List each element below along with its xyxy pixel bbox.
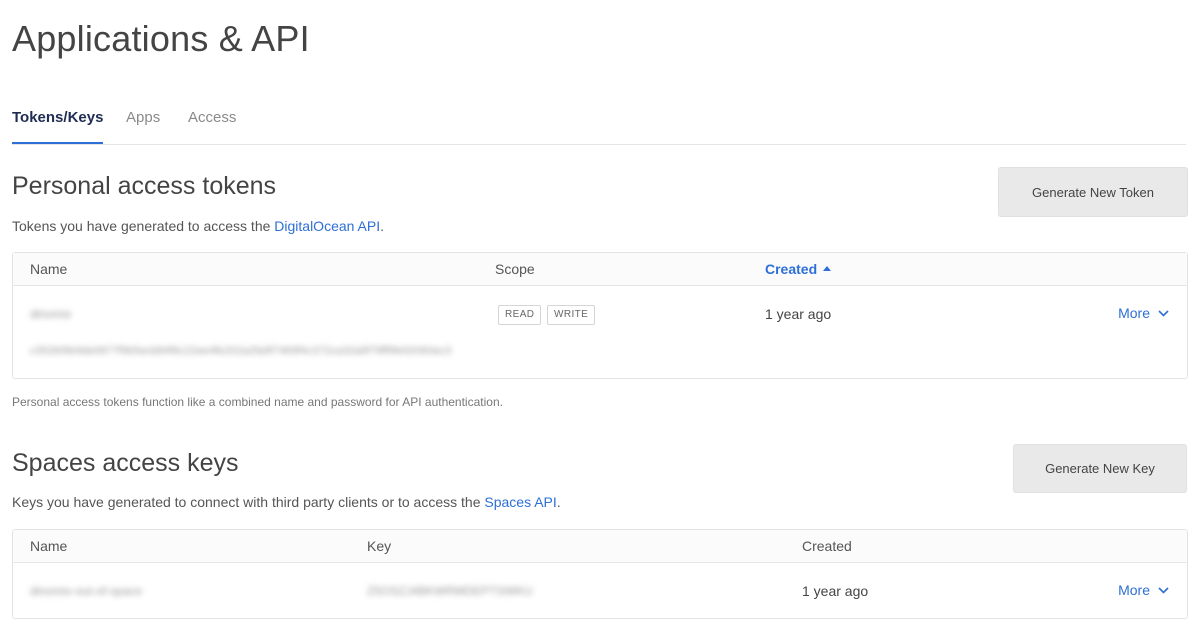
column-header-created[interactable]: Created bbox=[765, 261, 832, 277]
column-header-name: Name bbox=[30, 261, 68, 277]
spaces-keys-table: Name Key Created dinomix-out-of-space Z5… bbox=[12, 529, 1188, 619]
tab-bar: Tokens/Keys Apps Access bbox=[12, 108, 1186, 145]
token-value: c352b5fe9de0877f9b5ecb84f6c22ee4fe202a2f… bbox=[30, 345, 452, 357]
more-label: More bbox=[1118, 305, 1150, 321]
personal-tokens-title: Personal access tokens bbox=[12, 172, 277, 200]
generate-new-key-button[interactable]: Generate New Key bbox=[1013, 444, 1187, 493]
table-header: Name Key Created bbox=[13, 530, 1187, 563]
more-label: More bbox=[1118, 582, 1150, 598]
column-header-created: Created bbox=[802, 538, 852, 554]
key-value: Z5OSZJ4BKWRMDEPTSWKU bbox=[367, 584, 533, 598]
description-punctuation: . bbox=[556, 494, 561, 510]
tab-apps[interactable]: Apps bbox=[126, 108, 160, 142]
description-text: Tokens you have generated to access the bbox=[12, 218, 275, 234]
created-label: Created bbox=[765, 261, 818, 277]
more-dropdown[interactable]: More bbox=[1118, 582, 1169, 598]
tab-tokens-keys[interactable]: Tokens/Keys bbox=[12, 108, 104, 144]
token-created: 1 year ago bbox=[765, 306, 832, 322]
personal-tokens-table: Name Scope Created dinomix c352b5fe9de08… bbox=[12, 252, 1188, 379]
more-dropdown[interactable]: More bbox=[1118, 305, 1169, 321]
page-title: Applications & API bbox=[12, 18, 310, 59]
generate-new-token-button[interactable]: Generate New Token bbox=[998, 167, 1188, 217]
column-header-scope: Scope bbox=[495, 261, 535, 277]
token-name: dinomix bbox=[30, 307, 72, 321]
description-text: Keys you have generated to connect with … bbox=[12, 494, 485, 510]
personal-tokens-note: Personal access tokens function like a c… bbox=[12, 395, 503, 409]
digitalocean-api-link[interactable]: DigitalOcean API bbox=[274, 218, 380, 234]
spaces-keys-description: Keys you have generated to connect with … bbox=[12, 494, 561, 510]
description-punctuation: . bbox=[380, 218, 385, 234]
table-header: Name Scope Created bbox=[13, 253, 1187, 286]
tab-access[interactable]: Access bbox=[188, 108, 236, 142]
key-name: dinomix-out-of-space bbox=[30, 584, 143, 598]
key-created: 1 year ago bbox=[802, 583, 869, 599]
chevron-down-icon bbox=[1158, 309, 1169, 317]
spaces-keys-title: Spaces access keys bbox=[12, 449, 239, 477]
spaces-api-link[interactable]: Spaces API bbox=[484, 494, 556, 510]
personal-tokens-description: Tokens you have generated to access the … bbox=[12, 218, 384, 234]
scope-badge-write: WRITE bbox=[547, 305, 596, 325]
scope-badge-read: READ bbox=[498, 305, 542, 325]
chevron-down-icon bbox=[1158, 586, 1169, 594]
column-header-name: Name bbox=[30, 538, 68, 554]
column-header-key: Key bbox=[367, 538, 392, 554]
caret-up-icon bbox=[823, 266, 832, 271]
